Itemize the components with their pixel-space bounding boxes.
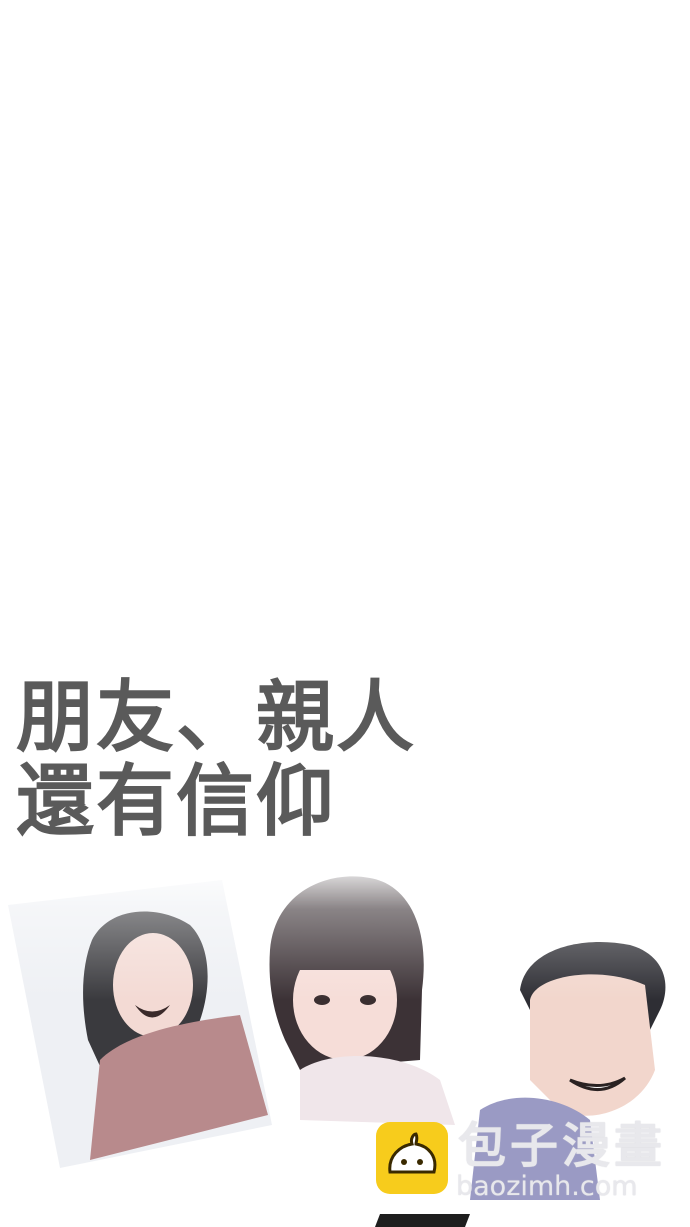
watermark-url: baozimh.com bbox=[456, 1171, 638, 1202]
caption-line-2: 還有信仰 bbox=[16, 757, 337, 847]
caption-line-1: 朋友、親人 bbox=[16, 673, 417, 763]
bun-logo-icon bbox=[376, 1122, 448, 1194]
watermark-site-name: 包子漫畫 bbox=[458, 1118, 667, 1174]
site-watermark: 包子漫畫 baozimh.com bbox=[376, 1118, 676, 1210]
comic-page: 朋友、親人 還有信仰 包子漫畫 baozimh.com bbox=[0, 0, 690, 1227]
caption-text: 朋友、親人 還有信仰 bbox=[16, 676, 416, 844]
